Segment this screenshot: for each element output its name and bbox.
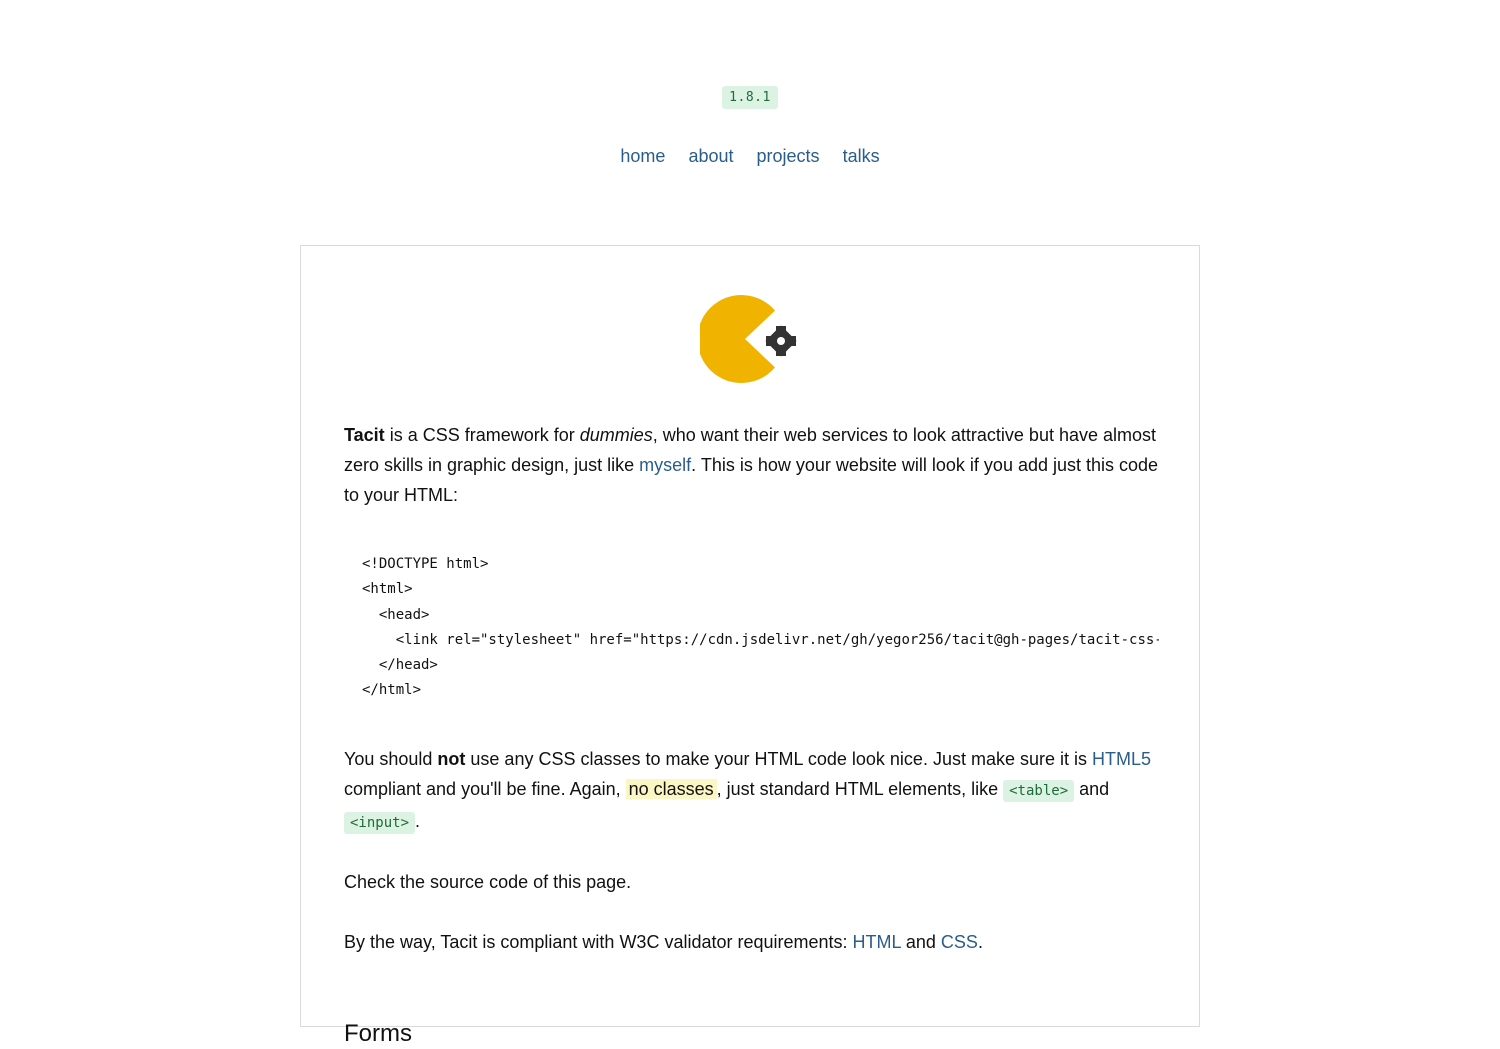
nav-link-talks[interactable]: talks <box>843 146 880 166</box>
intro-paragraph: Tacit is a CSS framework for dummies, wh… <box>344 420 1159 510</box>
no-classes-paragraph: You should not use any CSS classes to ma… <box>344 744 1159 838</box>
paragraph-text: , just standard HTML elements, like <box>716 778 1004 799</box>
nav-link-projects[interactable]: projects <box>757 146 820 166</box>
brand-name: Tacit <box>344 425 385 445</box>
intro-text: is a CSS framework for <box>384 425 580 445</box>
code-line: </head> <box>362 657 438 674</box>
table-code-tag: <table> <box>1003 779 1075 802</box>
content-card: Tacit is a CSS framework for dummies, wh… <box>300 245 1200 1047</box>
forms-heading: Forms <box>344 1019 412 1047</box>
version-container: 1.8.1 <box>0 85 1500 109</box>
paragraph-text: . <box>977 931 983 952</box>
myself-link[interactable]: myself <box>639 455 691 475</box>
paragraph-text: and <box>1074 778 1110 799</box>
no-classes-highlight: no classes <box>625 778 717 799</box>
code-line: <html> <box>362 581 413 598</box>
html5-link[interactable]: HTML5 <box>1092 749 1151 769</box>
validator-paragraph: By the way, Tacit is compliant with W3C … <box>344 927 1159 957</box>
code-block: <!DOCTYPE html> <html> <head> <link rel="… <box>344 540 1159 716</box>
input-code-tag: <input> <box>344 811 416 834</box>
not-emphasis: not <box>437 748 466 769</box>
main-content: Tacit is a CSS framework for dummies, wh… <box>344 420 1159 1049</box>
paragraph-text: compliant and you'll be fine. Again, <box>344 778 626 799</box>
paragraph-text: and <box>900 931 941 952</box>
code-line: </html> <box>362 682 422 699</box>
pacman-puzzle-logo-icon <box>700 295 797 383</box>
nav-link-home[interactable]: home <box>620 146 665 166</box>
top-nav: home about projects talks <box>0 146 1500 167</box>
nav-link-about[interactable]: about <box>688 146 733 166</box>
code-line: <!DOCTYPE html> <box>362 556 489 572</box>
code-line: <link rel="stylesheet" href="https://cdn… <box>395 631 1159 648</box>
paragraph-text: . <box>415 810 421 831</box>
code-line: <head> <box>362 606 430 623</box>
source-code-paragraph: Check the source code of this page. <box>344 871 632 892</box>
version-badge: 1.8.1 <box>722 86 778 109</box>
html-validator-link[interactable]: HTML <box>853 932 901 952</box>
paragraph-text: use any CSS classes to make your HTML co… <box>465 748 1092 769</box>
css-validator-link[interactable]: CSS <box>941 932 978 952</box>
intro-emphasis: dummies <box>579 425 653 445</box>
paragraph-text: You should <box>344 748 438 769</box>
paragraph-text: By the way, Tacit is compliant with W3C … <box>344 931 853 952</box>
